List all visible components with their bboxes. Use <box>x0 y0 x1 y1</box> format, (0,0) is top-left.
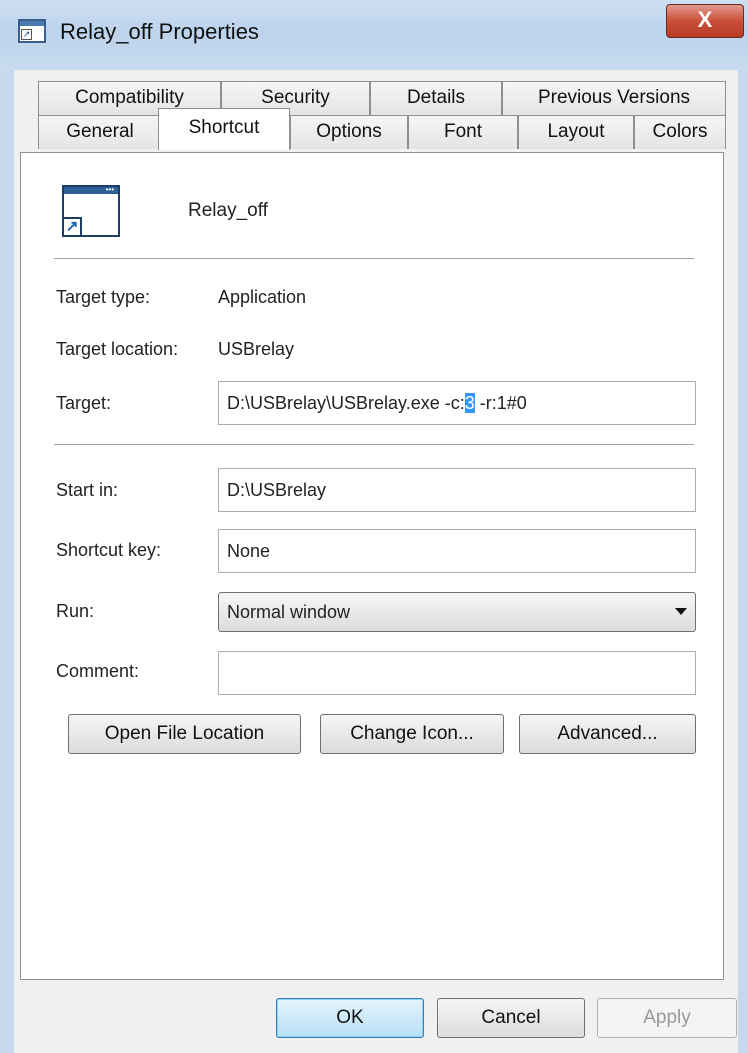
change-icon-button[interactable]: Change Icon... <box>320 714 504 754</box>
run-select-value: Normal window <box>227 602 351 622</box>
advanced-button[interactable]: Advanced... <box>519 714 696 754</box>
cancel-button[interactable]: Cancel <box>437 998 585 1038</box>
shortcut-key-input[interactable]: None <box>218 529 696 573</box>
divider-top <box>54 258 694 259</box>
target-label: Target: <box>56 393 112 413</box>
target-text-selected: 3 <box>464 393 475 413</box>
start-in-input[interactable]: D:\USBrelay <box>218 468 696 512</box>
shortcut-key-label: Shortcut key: <box>56 540 162 560</box>
tab-font[interactable]: Font <box>408 115 518 149</box>
window-frame-left <box>0 70 14 1053</box>
shortcut-arrow-icon: ↗ <box>21 29 32 40</box>
comment-label: Comment: <box>56 661 140 681</box>
tab-details[interactable]: Details <box>370 81 502 115</box>
tab-general[interactable]: General <box>38 115 162 149</box>
target-location-value: USBrelay <box>218 339 295 359</box>
run-select[interactable]: Normal window <box>218 592 696 632</box>
target-input[interactable]: D:\USBrelay\USBrelay.exe -c:3 -r:1#0 <box>218 381 696 425</box>
title-bar[interactable]: ↗ Relay_off Properties X <box>0 0 748 70</box>
target-type-value: Application <box>218 287 307 307</box>
target-text-before: D:\USBrelay\USBrelay.exe -c: <box>227 393 465 413</box>
window-dots-icon: ••• <box>105 185 114 194</box>
open-file-location-button[interactable]: Open File Location <box>68 714 301 754</box>
tab-options[interactable]: Options <box>290 115 408 149</box>
shortcut-arrow-icon: ↗ <box>62 217 82 237</box>
target-type-label: Target type: <box>56 287 151 307</box>
comment-input[interactable] <box>218 651 696 695</box>
target-location-label: Target location: <box>56 339 179 359</box>
shortcut-name: Relay_off <box>188 200 268 221</box>
tab-layout[interactable]: Layout <box>518 115 634 149</box>
app-icon: ↗ <box>18 19 46 43</box>
tab-previous-versions[interactable]: Previous Versions <box>502 81 726 115</box>
divider-middle <box>54 444 694 445</box>
chevron-down-icon <box>675 608 687 615</box>
start-in-label: Start in: <box>56 480 119 500</box>
run-label: Run: <box>56 601 95 621</box>
target-text-after: -r:1#0 <box>474 393 527 413</box>
tab-colors[interactable]: Colors <box>634 115 726 149</box>
window-frame-right <box>738 70 748 1053</box>
tab-shortcut[interactable]: Shortcut <box>158 108 290 150</box>
ok-button[interactable]: OK <box>276 998 424 1038</box>
window-title: Relay_off Properties <box>60 19 259 44</box>
close-button[interactable]: X <box>666 4 744 38</box>
apply-button[interactable]: Apply <box>597 998 737 1038</box>
shortcut-icon: ••• ↗ <box>62 185 120 237</box>
